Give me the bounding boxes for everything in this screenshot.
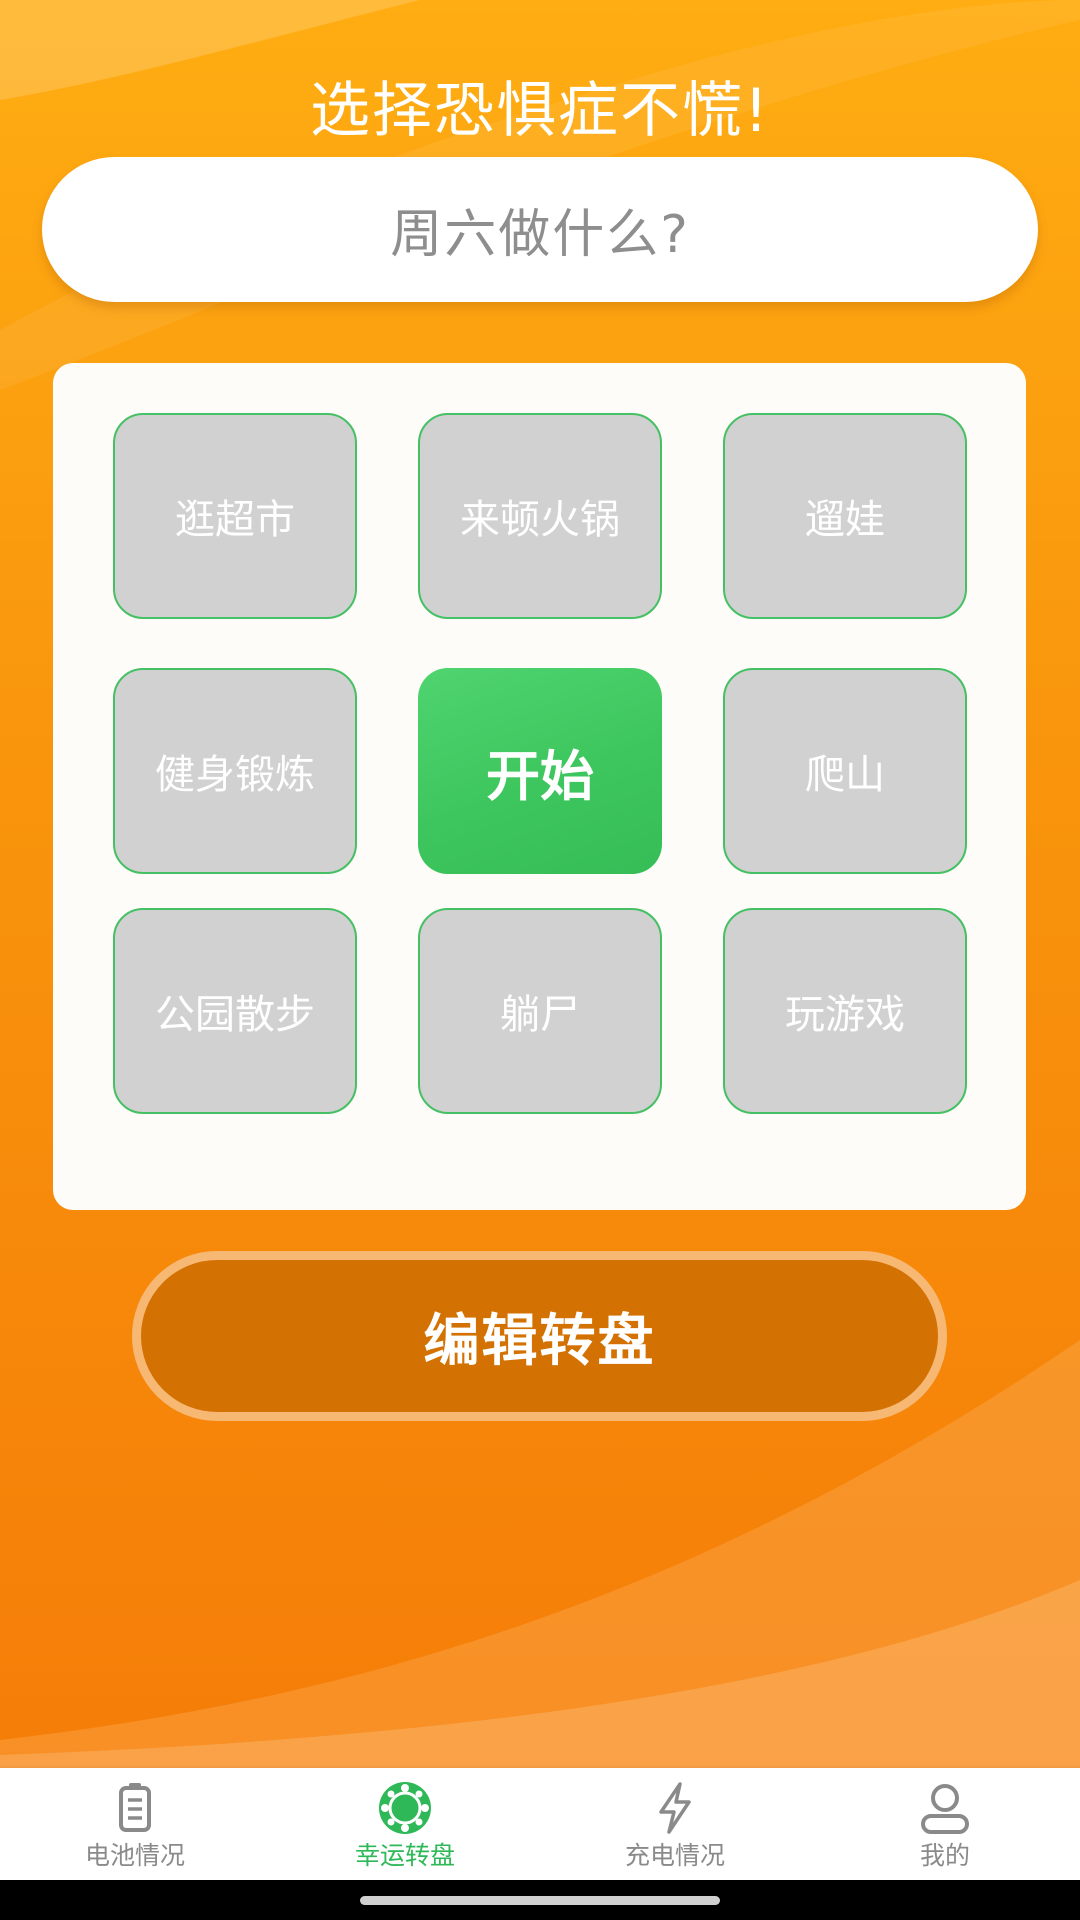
user-icon — [921, 1784, 969, 1834]
tab-charging[interactable]: 充电情况 — [540, 1768, 810, 1880]
edit-wheel-button[interactable]: 编辑转盘 — [132, 1251, 947, 1421]
tab-lucky-wheel[interactable]: ? 幸运转盘 — [270, 1768, 540, 1880]
option-cell[interactable]: 健身锻炼 — [113, 668, 357, 874]
option-cell[interactable]: 公园散步 — [113, 908, 357, 1114]
question-field[interactable]: 周六做什么? — [42, 157, 1038, 302]
tab-label: 幸运转盘 — [354, 1841, 455, 1870]
tab-label: 电池情况 — [84, 1841, 185, 1870]
wheel-grid-panel: 逛超市 来顿火锅 遛娃 健身锻炼 开始 爬山 公园散步 躺尸 玩游戏 — [53, 363, 1026, 1210]
bottom-tab-bar: 电池情况 ? 幸运转盘 充电情况 我的 — [0, 1768, 1080, 1880]
tab-label: 我的 — [919, 1841, 970, 1870]
system-nav-bar — [0, 1880, 1080, 1920]
option-cell[interactable]: 玩游戏 — [723, 908, 967, 1114]
lucky-wheel-icon: ? — [379, 1782, 431, 1834]
option-cell[interactable]: 遛娃 — [723, 413, 967, 619]
lightning-icon — [659, 1782, 691, 1834]
svg-text:?: ? — [399, 1797, 412, 1822]
tab-label: 充电情况 — [624, 1841, 725, 1870]
option-cell[interactable]: 爬山 — [723, 668, 967, 874]
option-cell[interactable]: 躺尸 — [418, 908, 662, 1114]
home-indicator[interactable] — [360, 1896, 720, 1905]
battery-icon — [119, 1783, 151, 1832]
tab-profile[interactable]: 我的 — [810, 1768, 1080, 1880]
option-cell[interactable]: 来顿火锅 — [418, 413, 662, 619]
option-cell[interactable]: 逛超市 — [113, 413, 357, 619]
page-title: 选择恐惧症不慌! — [309, 76, 771, 146]
start-button[interactable]: 开始 — [418, 668, 662, 874]
tab-battery[interactable]: 电池情况 — [0, 1768, 270, 1880]
